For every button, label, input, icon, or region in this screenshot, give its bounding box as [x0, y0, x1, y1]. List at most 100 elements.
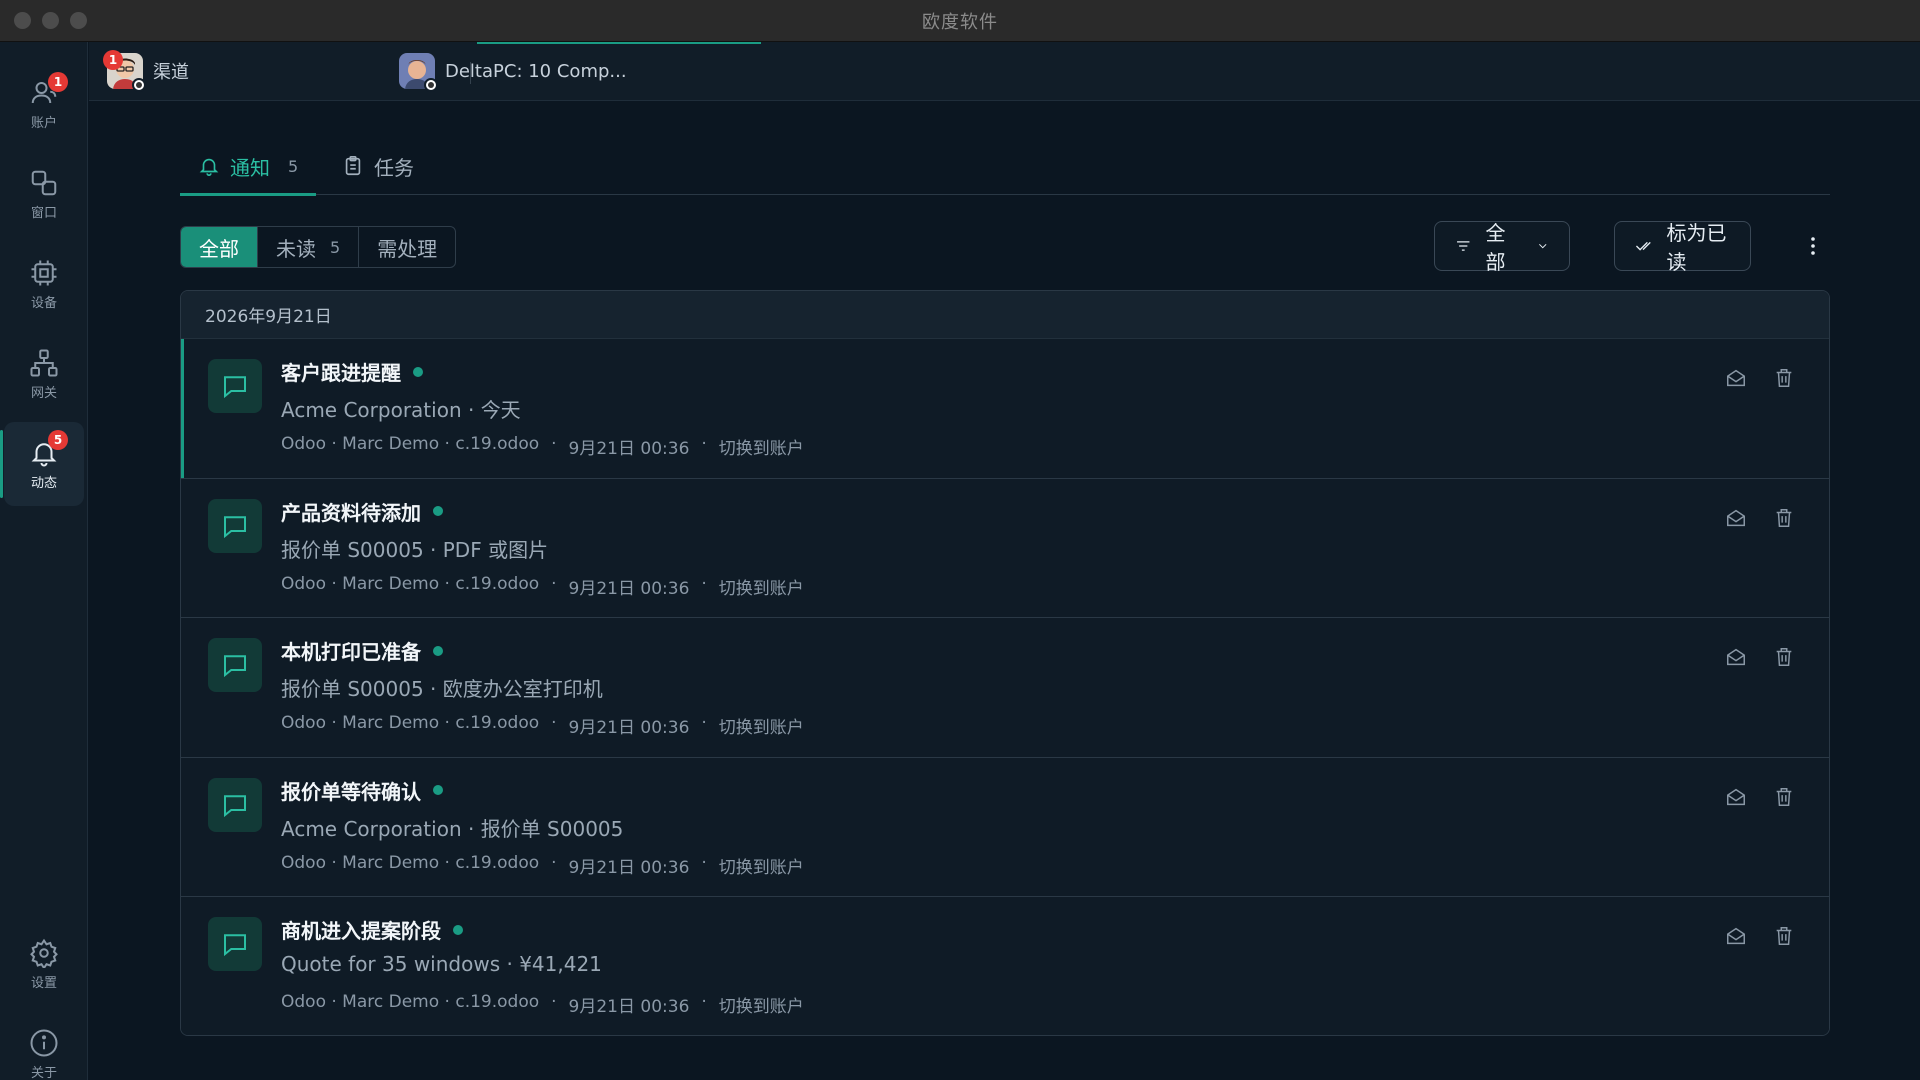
mark-read-button[interactable] — [1725, 925, 1747, 947]
tab-count: 5 — [288, 156, 299, 176]
notification-meta: Odoo · Marc Demo · c.19.odoo · 9月21日 00:… — [281, 574, 804, 599]
notification-subtitle: Acme Corporation · 报价单 S00005 — [281, 816, 624, 841]
envelope-open-icon — [1727, 927, 1745, 945]
unread-dot — [453, 924, 463, 935]
sidebar-item-gateway[interactable]: 网关 — [4, 332, 84, 416]
filter-all[interactable]: 全部 — [181, 227, 258, 267]
message-icon-tile — [208, 638, 262, 692]
switch-account-link[interactable]: 切换到账户 — [719, 434, 804, 459]
sidebar-item-windows[interactable]: 窗口 — [4, 152, 84, 236]
meta-separator: · — [551, 434, 557, 454]
chip-icon — [31, 260, 57, 285]
tab-deltapc[interactable]: DeltaPC: 10 Comp... — [399, 42, 627, 100]
tab-label: DeltaPC: 10 Comp... — [445, 60, 627, 82]
meta-separator: · — [551, 573, 557, 594]
tab-notifications[interactable]: 通知 5 — [180, 137, 317, 196]
trash-icon — [1776, 927, 1792, 945]
notification-time: 9月21日 00:36 — [568, 857, 690, 878]
more-options-button[interactable] — [1801, 231, 1825, 261]
meta-separator: · — [701, 434, 707, 454]
notification-title: 客户跟进提醒 — [281, 361, 401, 385]
message-icon-tile — [208, 917, 262, 971]
mark-all-read-button[interactable]: 标为已读 — [1614, 221, 1751, 274]
mark-read-button[interactable] — [1725, 367, 1747, 389]
windows-icon — [31, 170, 57, 195]
notification-time: 9月21日 00:36 — [568, 997, 690, 1017]
notification-time: 9月21日 00:36 — [568, 578, 690, 599]
delete-button[interactable] — [1773, 507, 1795, 529]
notification-subtitle: Acme Corporation · 今天 — [281, 398, 521, 422]
notification-meta: Odoo · Marc Demo · c.19.odoo · 9月21日 00:… — [281, 992, 804, 1017]
double-check-icon — [1635, 241, 1651, 251]
notification-badge: 5 — [48, 430, 68, 450]
sidebar-item-label: 账户 — [30, 115, 57, 131]
mark-read-button[interactable] — [1725, 646, 1747, 668]
message-icon-tile — [208, 359, 262, 413]
trash-icon — [1776, 508, 1792, 527]
sidebar-item-activity[interactable]: 动态 5 — [0, 422, 84, 506]
minimize-window-button[interactable] — [42, 12, 59, 29]
close-window-button[interactable] — [14, 12, 31, 29]
switch-account-link[interactable]: 切换到账户 — [719, 992, 804, 1017]
app-window: 欧度软件 账户 1 窗口 设备 网关 动态 5 设置 关于 1 渠道 Delta… — [0, 0, 1920, 1080]
delete-button[interactable] — [1773, 786, 1795, 808]
notification-item[interactable]: 本机打印已准备 报价单 S00005 · 欧度办公室打印机 Odoo · Mar… — [181, 618, 1829, 758]
switch-account-link[interactable]: 切换到账户 — [719, 713, 804, 738]
delete-button[interactable] — [1773, 367, 1795, 389]
tab-label: 通知 — [230, 155, 270, 180]
mark-read-button[interactable] — [1725, 786, 1747, 808]
sidebar-item-about[interactable]: 关于 — [4, 1012, 84, 1080]
envelope-open-icon — [1727, 509, 1745, 526]
notification-meta: Odoo · Marc Demo · c.19.odoo · 9月21日 00:… — [281, 434, 804, 459]
notification-title: 产品资料待添加 — [281, 500, 421, 525]
tab-tasks[interactable]: 任务 — [342, 137, 414, 195]
notification-title-row: 客户跟进提醒 — [281, 357, 423, 386]
sidebar-item-label: 关于 — [30, 1065, 57, 1080]
delete-button[interactable] — [1773, 646, 1795, 668]
notification-title-row: 商机进入提案阶段 — [281, 915, 463, 944]
meta-separator: · — [551, 992, 557, 1012]
notification-title: 商机进入提案阶段 — [281, 919, 441, 943]
meta-separator: · — [701, 573, 707, 594]
sidebar-item-label: 动态 — [30, 475, 57, 491]
unread-dot — [433, 645, 443, 656]
switch-account-link[interactable]: 切换到账户 — [719, 853, 804, 878]
date-group-header: 2026年9月21日 — [181, 291, 1829, 339]
clipboard-icon — [345, 156, 361, 176]
type-filter-dropdown[interactable]: 全部 — [1434, 221, 1570, 274]
notification-item[interactable]: 客户跟进提醒 Acme Corporation · 今天 Odoo · Marc… — [181, 339, 1829, 479]
notification-actions — [1725, 925, 1795, 947]
notification-item[interactable]: 产品资料待添加 报价单 S00005 · PDF 或图片 Odoo · Marc… — [181, 478, 1829, 618]
notification-source: Odoo · Marc Demo · c.19.odoo — [281, 992, 540, 1012]
notification-time: 9月21日 00:36 — [568, 718, 690, 738]
filter-label: 全部 — [199, 236, 239, 261]
kebab-menu-icon — [1811, 237, 1815, 255]
tab-label: 任务 — [374, 155, 414, 180]
meta-separator: · — [551, 852, 557, 873]
notification-meta: Odoo · Marc Demo · c.19.odoo · 9月21日 00:… — [281, 853, 804, 878]
trash-icon — [1776, 369, 1792, 387]
notification-list: 2026年9月21日 客户跟进提醒 Acme Corporation · 今天 … — [180, 290, 1830, 1036]
sidebar-item-settings[interactable]: 设置 — [4, 922, 84, 1006]
meta-separator: · — [701, 992, 707, 1012]
delete-button[interactable] — [1773, 925, 1795, 947]
unread-dot — [433, 506, 443, 516]
tab-channel[interactable]: 1 渠道 — [103, 42, 189, 100]
sidebar-item-devices[interactable]: 设备 — [4, 242, 84, 326]
switch-account-link[interactable]: 切换到账户 — [719, 574, 804, 599]
notification-subtitle: 报价单 S00005 · PDF 或图片 — [281, 537, 549, 562]
notification-item[interactable]: 报价单等待确认 Acme Corporation · 报价单 S00005 Od… — [181, 757, 1829, 897]
zoom-window-button[interactable] — [70, 12, 87, 29]
message-icon-tile — [208, 777, 262, 832]
notification-title: 报价单等待确认 — [281, 779, 421, 804]
meta-separator: · — [701, 713, 707, 733]
bell-icon — [199, 158, 219, 176]
notification-item[interactable]: 商机进入提案阶段 Quote for 35 windows · ¥41,421 … — [181, 897, 1829, 1035]
filter-action-required[interactable]: 需处理 — [359, 227, 455, 267]
mark-read-button[interactable] — [1725, 507, 1747, 529]
notification-meta: Odoo · Marc Demo · c.19.odoo · 9月21日 00:… — [281, 713, 804, 738]
filter-unread[interactable]: 未读 5 — [258, 227, 360, 267]
info-icon — [30, 1029, 58, 1056]
filter-label: 需处理 — [377, 236, 438, 261]
sidebar-item-account[interactable]: 账户 1 — [4, 62, 84, 146]
